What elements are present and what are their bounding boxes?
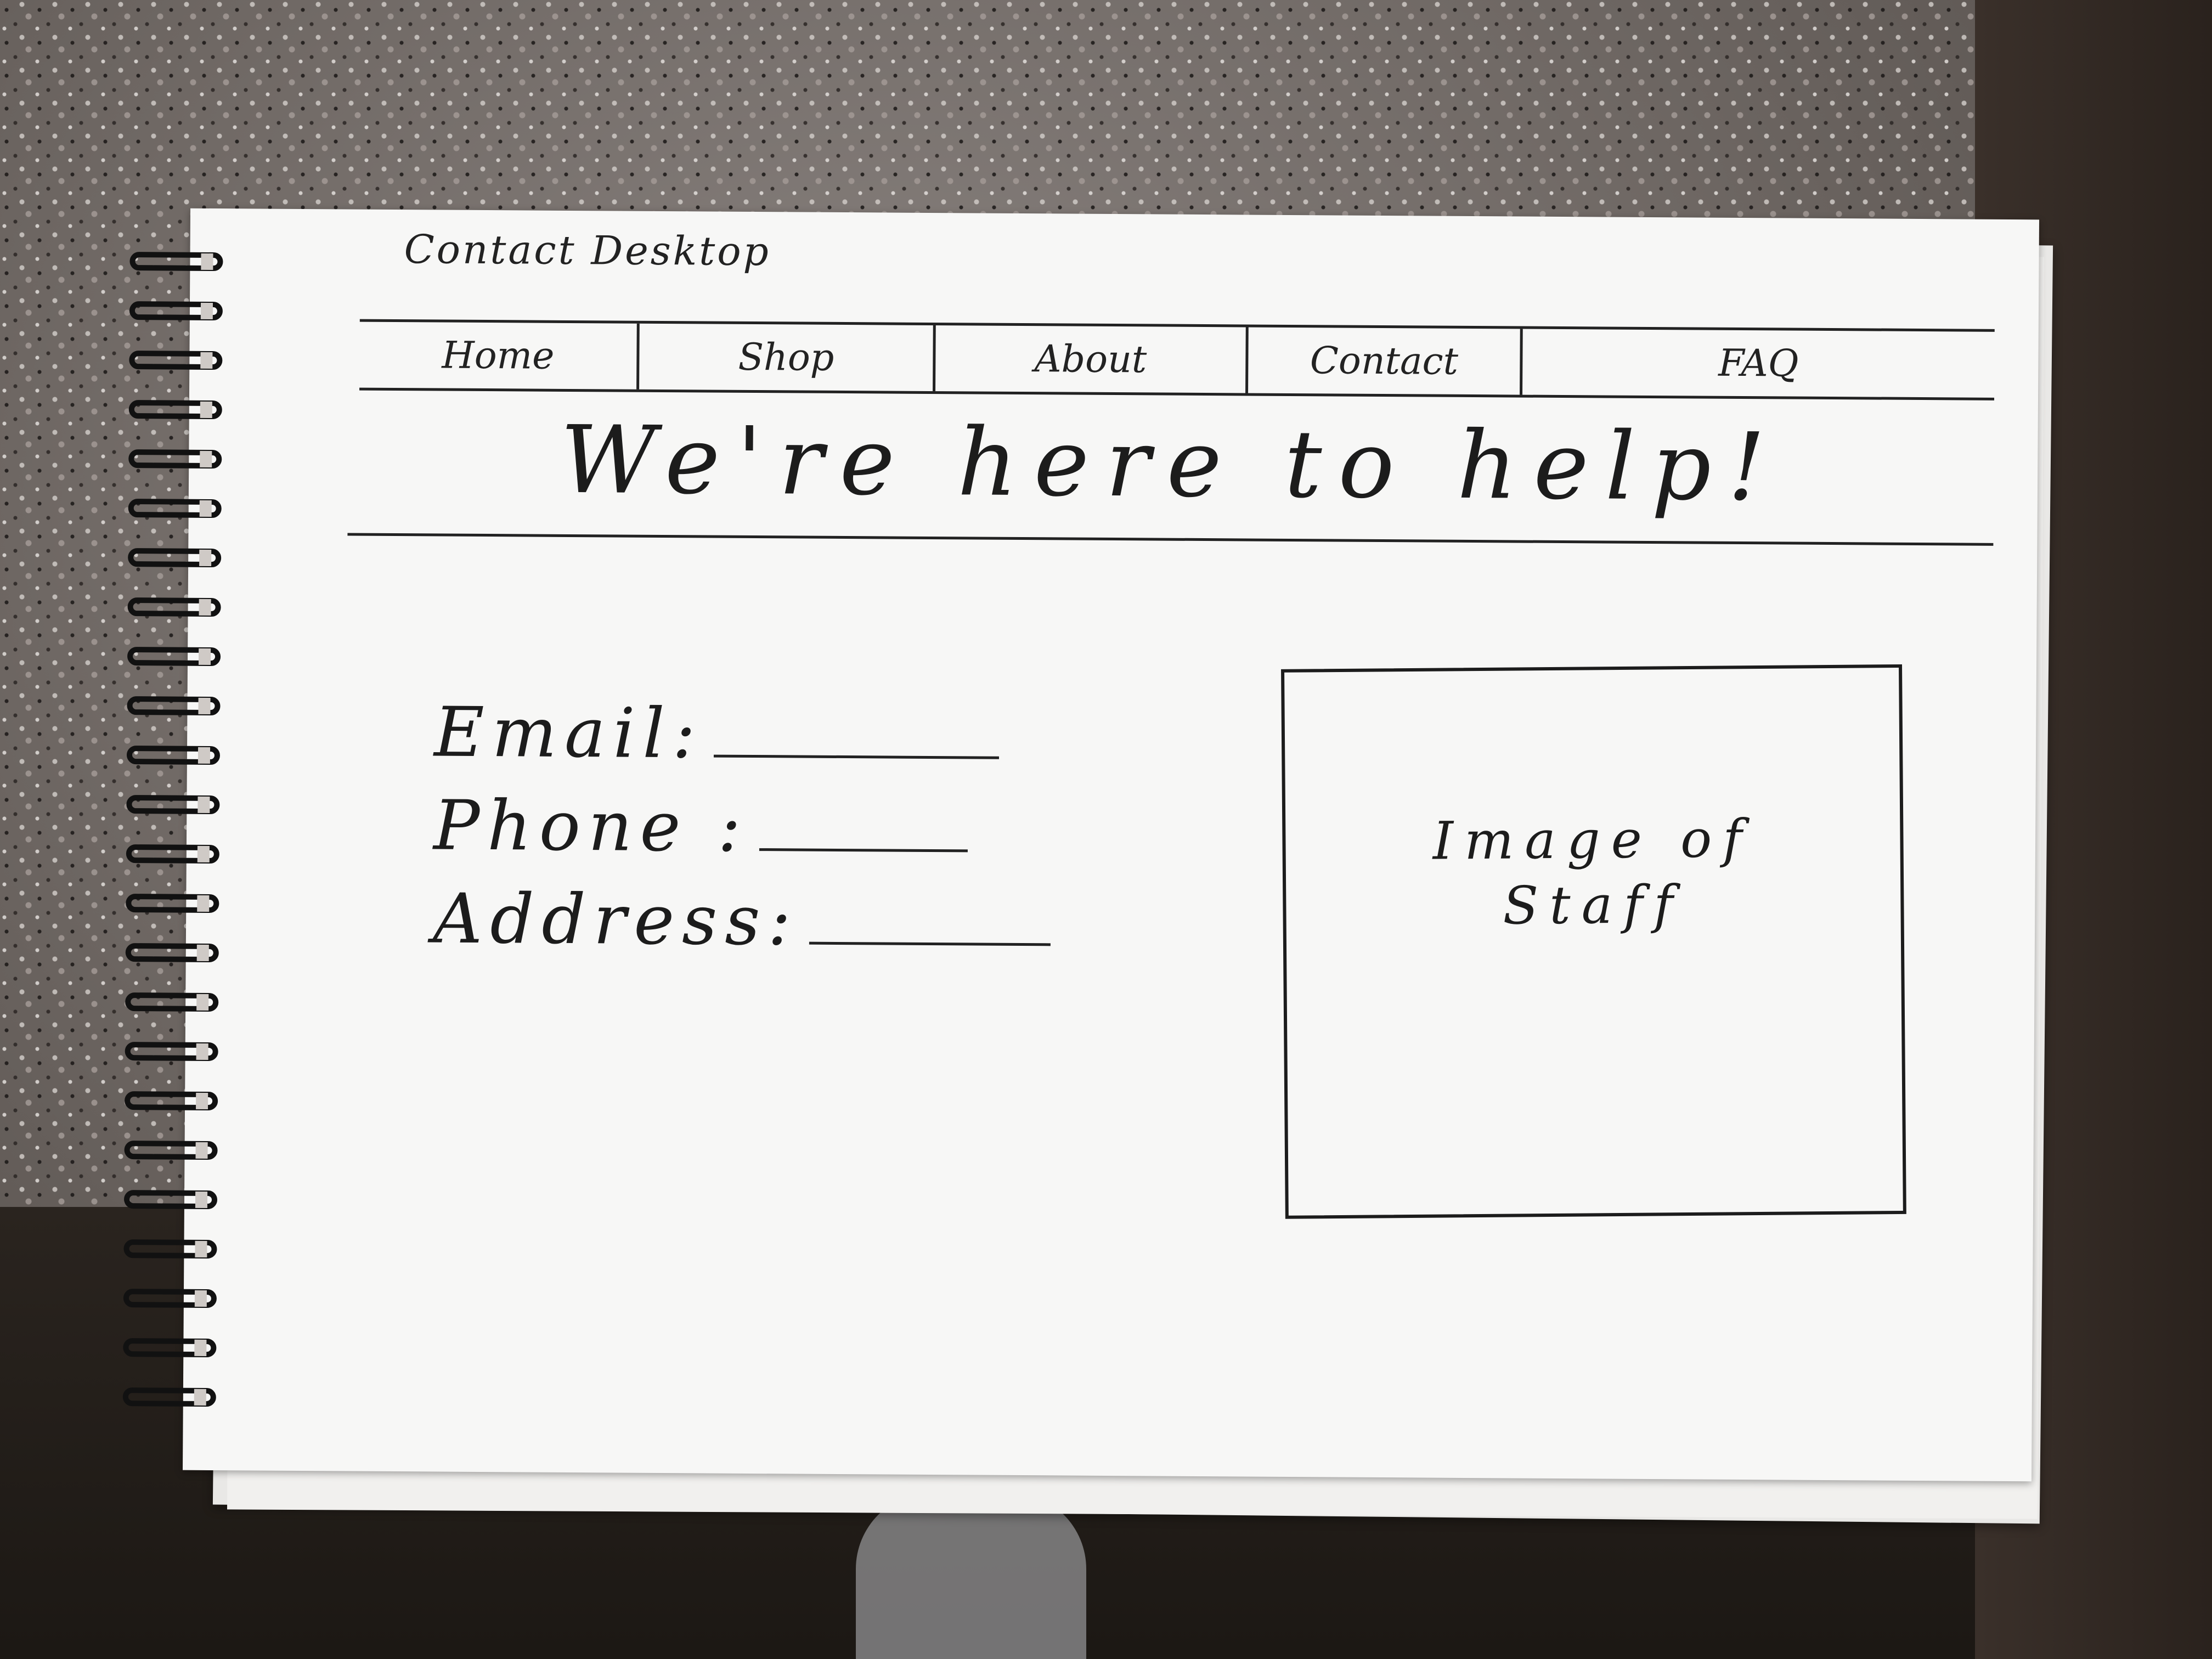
shoe — [856, 1492, 1086, 1659]
phone-label: Phone : — [433, 786, 749, 867]
nav-item-about[interactable]: About — [935, 325, 1249, 393]
phone-field[interactable] — [759, 848, 968, 853]
staff-image-text: Image of Staff — [1432, 809, 1753, 936]
address-row: Address: — [433, 879, 1051, 962]
address-label: Address: — [432, 879, 799, 961]
contact-info: Email: Phone : Address: — [432, 692, 1148, 1026]
hero-banner: We're here to help! — [347, 385, 1995, 546]
email-row: Email: — [434, 692, 1000, 775]
email-field[interactable] — [714, 754, 1000, 759]
nav-item-label: Home — [442, 334, 555, 378]
nav-item-label: Shop — [738, 335, 834, 380]
nav-item-contact[interactable]: Contact — [1248, 327, 1523, 395]
page-title: Contact Desktop — [404, 226, 771, 275]
hero-heading: We're here to help! — [560, 405, 1782, 522]
spiral-binding — [117, 252, 245, 1459]
email-label: Email: — [433, 692, 704, 774]
nav-item-label: Contact — [1310, 338, 1459, 383]
sketch-page: Contact Desktop Home Shop About Contact … — [122, 208, 2039, 1482]
address-field[interactable] — [809, 941, 1051, 946]
nav-item-faq[interactable]: FAQ — [1522, 329, 1995, 398]
nav-item-label: FAQ — [1718, 341, 1799, 386]
nav-item-label: About — [1034, 337, 1147, 381]
nav-item-shop[interactable]: Shop — [639, 323, 936, 392]
phone-row: Phone : — [433, 786, 968, 868]
nav-item-home[interactable]: Home — [359, 321, 640, 390]
staff-image-placeholder: Image of Staff — [1281, 664, 1906, 1219]
